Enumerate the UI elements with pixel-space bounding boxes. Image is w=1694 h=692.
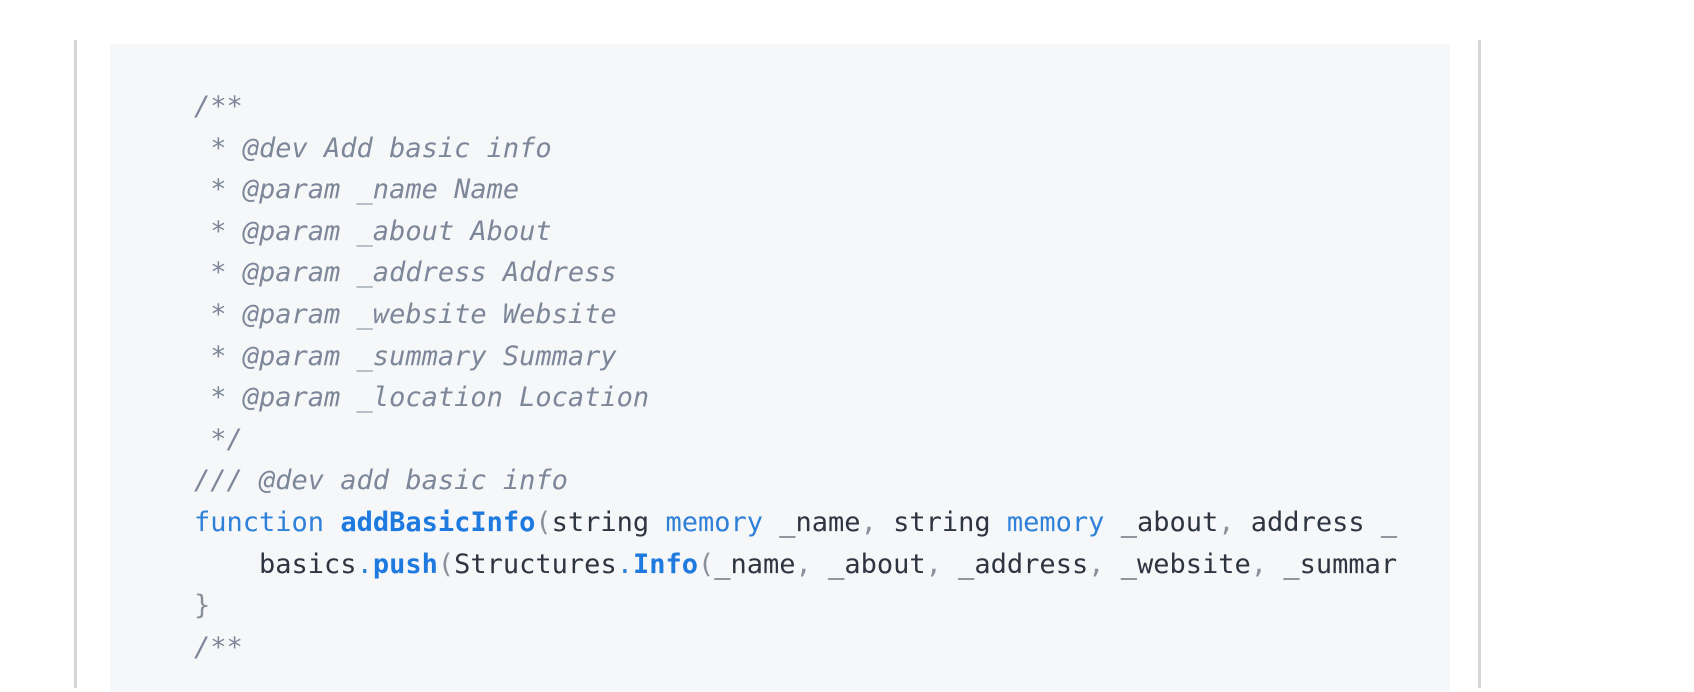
solidity-code-block[interactable]: /** * @dev Add basic info * @param _name… xyxy=(110,44,1450,692)
paren-open: ( xyxy=(437,548,455,580)
paren-open: ( xyxy=(535,506,552,538)
code-line-triple-slash-comment: /// @dev add basic info xyxy=(194,465,568,497)
library-structures: Structures xyxy=(454,548,617,580)
arg-website: _website xyxy=(1120,548,1251,580)
param-name: _name xyxy=(779,506,861,538)
arg-address: _address xyxy=(958,548,1089,580)
function-name-addbasicinfo: addBasicInfo xyxy=(340,506,536,538)
comma: , xyxy=(1218,506,1235,538)
dot-operator-1: . xyxy=(356,548,373,580)
comma: , xyxy=(1250,548,1268,580)
code-line-comment-close: */ xyxy=(194,423,243,455)
keyword-memory-1: memory xyxy=(665,506,764,538)
paren-open: ( xyxy=(698,548,715,580)
left-margin-rail xyxy=(74,40,77,688)
code-line-param-location: * @param _location Location xyxy=(194,382,650,414)
type-address: address xyxy=(1250,506,1365,538)
code-line-param-address: * @param _address Address xyxy=(194,257,617,289)
type-string-1: string xyxy=(551,506,650,538)
type-string-2: string xyxy=(893,506,991,538)
code-line-param-name: * @param _name Name xyxy=(194,174,520,206)
comma: , xyxy=(1088,548,1105,580)
dot-operator-2: . xyxy=(616,548,633,580)
param-address-clipped: _ xyxy=(1380,506,1398,538)
keyword-memory-2: memory xyxy=(1006,506,1105,538)
code-line-dev-tag: * @dev Add basic info xyxy=(194,132,552,164)
method-push: push xyxy=(372,548,438,580)
comma: , xyxy=(860,506,877,538)
code-line-next-comment-open: /** xyxy=(194,631,243,663)
code-content[interactable]: /** * @dev Add basic info * @param _name… xyxy=(110,44,1450,668)
code-line-param-about: * @param _about About xyxy=(194,215,552,247)
arg-name: _name xyxy=(714,548,796,580)
code-line-param-website: * @param _website Website xyxy=(194,298,617,330)
comma: , xyxy=(795,548,812,580)
code-line-comment-open: /** xyxy=(194,91,243,122)
struct-info: Info xyxy=(632,548,698,580)
code-line-param-summary: * @param _summary Summary xyxy=(194,340,617,372)
page-root: /** * @dev Add basic info * @param _name… xyxy=(0,0,1694,692)
brace-close: } xyxy=(194,590,211,622)
arg-summary-clipped: _summar xyxy=(1283,548,1398,580)
param-about: _about xyxy=(1120,506,1219,538)
keyword-function: function xyxy=(194,506,325,538)
comma: , xyxy=(925,548,942,580)
code-scroll-area[interactable]: /** * @dev Add basic info * @param _name… xyxy=(110,44,1450,692)
right-margin-rail xyxy=(1478,40,1481,688)
identifier-basics: basics xyxy=(259,548,357,580)
arg-about: _about xyxy=(828,548,926,580)
